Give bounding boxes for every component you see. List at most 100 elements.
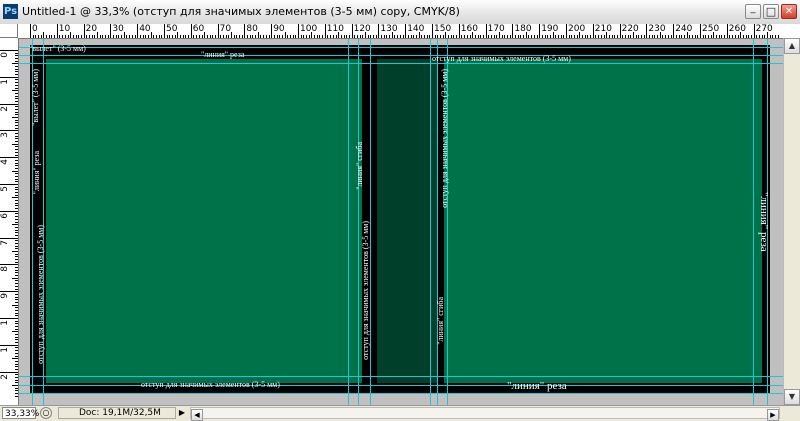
ruler-minor-tick: [716, 35, 718, 38]
ruler-minor-tick: [316, 35, 318, 38]
ruler-minor-tick: [359, 35, 361, 38]
ruler-minor-tick: [15, 326, 18, 328]
ruler-minor-tick: [622, 35, 624, 38]
ruler-tick: [0, 184, 18, 185]
close-button[interactable]: [781, 4, 797, 19]
ruler-minor-tick: [488, 35, 490, 38]
document-canvas[interactable]: [30, 45, 770, 393]
status-menu-arrow-icon[interactable]: ▶: [176, 407, 188, 419]
horizontal-ruler[interactable]: 0 10 20 30 40 50 60 70 80 90 100 110 120 130 140 150 160…: [18, 24, 800, 39]
ruler-minor-tick: [775, 35, 777, 38]
ruler-tick: [0, 318, 18, 319]
ruler-tick: [110, 24, 112, 38]
guide-line[interactable]: [348, 39, 349, 405]
ruler-minor-tick: [579, 32, 581, 38]
maximize-button[interactable]: [763, 4, 779, 19]
ruler-minor-tick: [490, 35, 492, 38]
zoom-level-field[interactable]: 33,33%: [2, 407, 39, 419]
ruler-tick: [137, 24, 139, 38]
ruler-minor-tick: [541, 35, 543, 38]
vertical-scrollbar[interactable]: ▲ ▼: [783, 38, 800, 405]
ruler-minor-tick: [15, 178, 18, 180]
ruler-minor-tick: [15, 350, 18, 352]
minimize-button[interactable]: [745, 4, 761, 19]
ruler-minor-tick: [15, 127, 18, 129]
ruler-minor-tick: [12, 277, 18, 279]
guide-line[interactable]: [19, 393, 783, 394]
guide-line[interactable]: [19, 55, 783, 56]
guide-line[interactable]: [430, 39, 431, 405]
title-bar[interactable]: Ps Untitled-1 @ 33,3% (отступ для значим…: [0, 0, 800, 25]
ruler-minor-tick: [482, 35, 484, 38]
ruler-minor-tick: [756, 35, 758, 38]
ruler-minor-tick: [236, 35, 238, 38]
ruler-minor-tick: [78, 35, 80, 38]
canvas-area[interactable]: "вылет" (3-5 мм) "линия" реза отступ для…: [19, 39, 783, 405]
ruler-minor-tick: [15, 66, 18, 68]
ruler-label: 110: [326, 24, 344, 34]
ruler-minor-tick: [15, 320, 18, 322]
ruler-minor-tick: [571, 35, 573, 38]
ruler-minor-tick: [15, 133, 18, 135]
ruler-minor-tick: [15, 221, 18, 223]
ruler-minor-tick: [239, 35, 241, 38]
ruler-minor-tick: [381, 35, 383, 38]
ruler-minor-tick: [549, 35, 551, 38]
ruler-tick: [56, 24, 58, 38]
ruler-minor-tick: [172, 35, 174, 38]
ruler-minor-tick: [15, 122, 18, 124]
guide-line[interactable]: [437, 39, 438, 405]
ruler-minor-tick: [365, 32, 366, 38]
label-fold-spine: "линия" сгиба: [355, 142, 364, 190]
ruler-label: 170: [487, 24, 505, 34]
ruler-minor-tick: [15, 173, 18, 175]
guide-line[interactable]: [358, 39, 359, 405]
ruler-minor-tick: [46, 35, 48, 38]
ruler-origin-corner[interactable]: [0, 24, 18, 38]
label-margin-left: отступ для значимых элементов (3-5 мм): [36, 225, 45, 364]
ruler-minor-tick: [461, 35, 463, 38]
guide-line[interactable]: [19, 385, 783, 386]
ruler-minor-tick: [15, 307, 18, 309]
guide-line[interactable]: [753, 39, 754, 405]
ruler-minor-tick: [734, 35, 736, 38]
ruler-minor-tick: [440, 35, 442, 38]
scroll-left-icon[interactable]: ◀: [191, 409, 203, 421]
guide-line[interactable]: [19, 63, 783, 64]
ruler-minor-tick: [15, 200, 18, 202]
guide-line[interactable]: [370, 39, 371, 405]
ruler-minor-tick: [675, 35, 677, 38]
ruler-minor-tick: [15, 232, 18, 234]
ruler-minor-tick: [745, 35, 747, 38]
ruler-tick: [0, 76, 18, 78]
scroll-down-icon[interactable]: ▼: [784, 389, 800, 405]
ruler-minor-tick: [263, 35, 265, 38]
guide-line[interactable]: [19, 376, 783, 377]
ruler-minor-tick: [94, 35, 96, 38]
status-circle-icon[interactable]: ○: [40, 407, 52, 419]
ruler-minor-tick: [15, 347, 18, 349]
ruler-minor-tick: [641, 35, 643, 38]
horizontal-scrollbar[interactable]: ◀ ▶: [190, 407, 780, 421]
ruler-minor-tick: [480, 35, 482, 38]
ruler-minor-tick: [88, 35, 90, 38]
ruler-minor-tick: [710, 35, 712, 38]
ruler-minor-tick: [426, 35, 428, 38]
ruler-minor-tick: [15, 301, 18, 303]
ruler-minor-tick: [493, 35, 495, 38]
ruler-minor-tick: [373, 35, 375, 38]
ruler-label: 160: [460, 24, 478, 34]
ruler-minor-tick: [174, 35, 176, 38]
ruler-minor-tick: [15, 312, 18, 314]
vertical-ruler[interactable]: 0 1 2 3 4 5 6 7 8 9 1 1 2: [0, 38, 19, 405]
ruler-minor-tick: [188, 35, 190, 38]
photoshop-app-icon[interactable]: Ps: [3, 4, 18, 19]
ruler-minor-tick: [255, 35, 257, 38]
ruler-label: 230: [648, 24, 666, 34]
ruler-minor-tick: [15, 285, 18, 287]
ruler-minor-tick: [15, 162, 18, 164]
ruler-minor-tick: [15, 368, 18, 370]
scroll-up-icon[interactable]: ▲: [784, 38, 800, 54]
scroll-right-icon[interactable]: ▶: [767, 409, 779, 421]
guide-line[interactable]: [19, 47, 783, 48]
